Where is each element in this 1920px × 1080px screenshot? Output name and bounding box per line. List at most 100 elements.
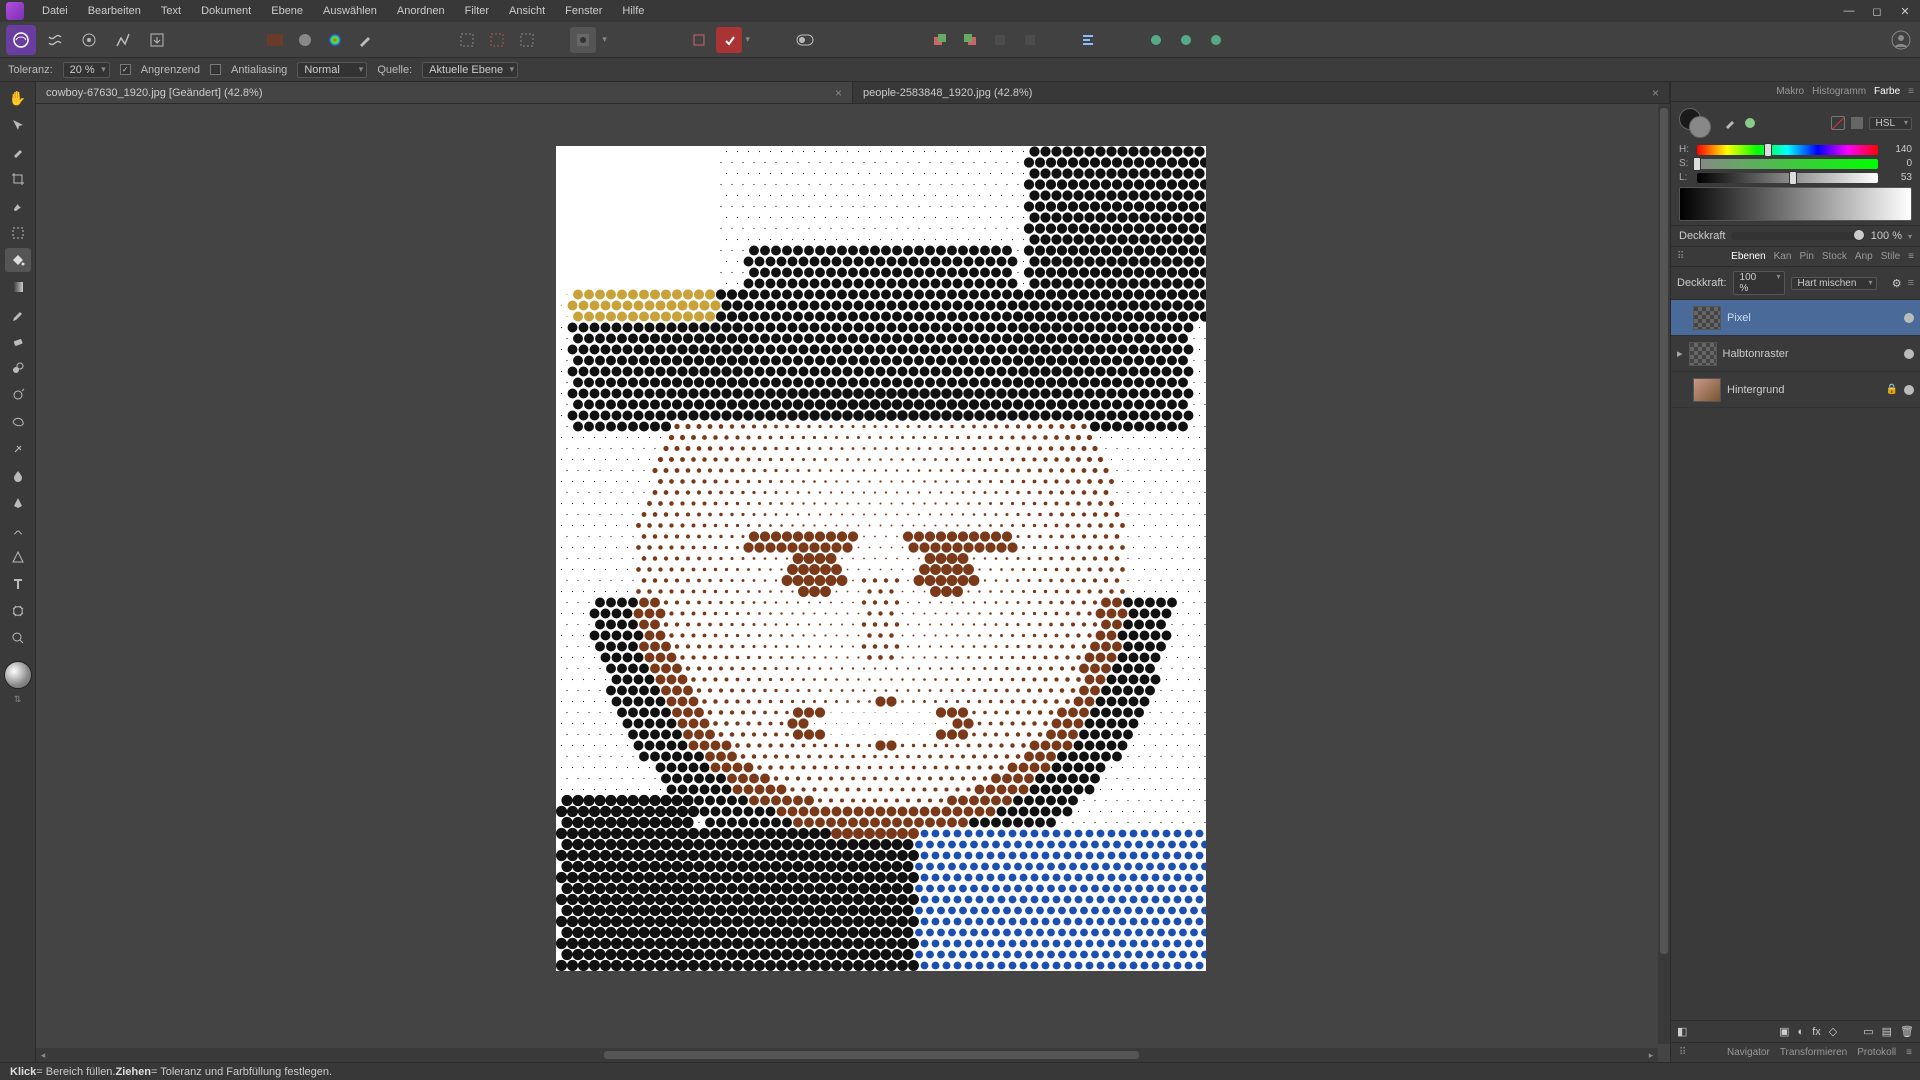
selection-add-icon[interactable] [514,27,540,53]
layer-tag-icon[interactable]: ◧ [1677,1025,1687,1038]
contiguous-checkbox[interactable]: ✓ [120,64,131,75]
persona-develop-button[interactable] [74,25,104,55]
selection-new-icon[interactable] [454,27,480,53]
tab-farbe[interactable]: Farbe [1874,86,1900,97]
expand-icon[interactable]: ▸ [1677,347,1683,360]
dropdown-arrow-icon[interactable]: ▾ [1908,232,1912,241]
layer-blend-select[interactable]: Hart mischen [1791,277,1877,290]
inpaint-tool[interactable] [5,410,31,434]
layer-thumbnail[interactable] [1689,342,1717,366]
pen-tool[interactable] [5,491,31,515]
panel-drag-icon[interactable]: ⠿ [1679,1047,1686,1058]
tolerance-select[interactable]: 20 % [63,62,110,78]
paint-brush-tool[interactable] [5,302,31,326]
fx-icon[interactable]: fx [1812,1026,1821,1038]
persona-export-button[interactable] [142,25,172,55]
hue-value[interactable]: 140 [1884,144,1912,155]
visibility-icon[interactable] [1904,313,1914,323]
tab-transformieren[interactable]: Transformieren [1780,1047,1847,1058]
menu-ebene[interactable]: Ebene [261,2,313,20]
eyedropper-icon[interactable] [1721,114,1739,132]
opacity-value[interactable]: 100 % [1871,230,1902,242]
maximize-button[interactable]: ◻ [1868,5,1886,18]
menu-text[interactable]: Text [151,2,191,20]
tab-histogramm[interactable]: Histogramm [1812,86,1866,97]
color-mode-chip[interactable] [1851,117,1863,129]
dodge-tool[interactable] [5,383,31,407]
layer-thumbnail[interactable] [1693,306,1721,330]
snap-circle-icon[interactable] [1173,27,1199,53]
menu-dokument[interactable]: Dokument [191,2,261,20]
gear-icon[interactable]: ⚙ [1892,277,1902,290]
layer-opacity-select[interactable]: 100 % [1733,271,1785,295]
menu-auswählen[interactable]: Auswählen [313,2,387,20]
arrange-front-icon[interactable] [957,27,983,53]
layer-row[interactable]: Hintergrund🔒 [1671,372,1920,408]
document-tab[interactable]: people-2583848_1920.jpg (42.8%)× [853,82,1670,103]
erase-tool[interactable] [5,329,31,353]
mesh-tool[interactable] [5,599,31,623]
view-tool[interactable]: ✋ [5,86,31,110]
tab-anpassung[interactable]: Anp [1855,251,1873,262]
tab-stile[interactable]: Stile [1881,251,1900,262]
panel-menu-icon[interactable]: ≡ [1908,277,1914,289]
snap-circle-icon[interactable] [1143,27,1169,53]
gradient-preview[interactable] [1679,187,1912,221]
no-color-icon[interactable] [1831,116,1845,130]
visibility-icon[interactable] [1904,385,1914,395]
crop-info-icon[interactable] [686,27,712,53]
visibility-icon[interactable] [1904,349,1914,359]
blend-select[interactable]: Normal [297,62,367,78]
menu-fenster[interactable]: Fenster [555,2,612,20]
persona-tone-button[interactable] [108,25,138,55]
tab-pinsel[interactable]: Pin [1799,251,1813,262]
color-wells[interactable] [1679,108,1715,138]
minimize-button[interactable]: — [1840,5,1858,18]
color-swatch[interactable] [4,661,32,689]
tab-ebenen[interactable]: Ebenen [1731,251,1765,262]
snap-circle-icon[interactable] [1203,27,1229,53]
clone-tool[interactable] [5,356,31,380]
swatch-swap-icon[interactable]: ⇅ [14,694,22,705]
artboard[interactable] [556,146,1206,971]
layer-thumbnail[interactable] [1693,378,1721,402]
tab-protokoll[interactable]: Protokoll [1857,1047,1896,1058]
swatch-round-icon[interactable] [292,27,318,53]
color-mode-select[interactable]: HSL [1869,117,1912,130]
group-icon[interactable]: ▭ [1863,1025,1873,1038]
gradient-tool[interactable] [5,275,31,299]
horizontal-scrollbar[interactable]: ◂▸ [36,1048,1658,1062]
adjustment-icon[interactable]: ◐ [1798,1026,1805,1038]
live-filter-icon[interactable]: ◇ [1829,1025,1837,1038]
lig-value[interactable]: 53 [1884,172,1912,183]
menu-ansicht[interactable]: Ansicht [499,2,555,20]
menu-hilfe[interactable]: Hilfe [612,2,654,20]
layer-row[interactable]: ▸Halbtonraster [1671,336,1920,372]
vertical-scrollbar[interactable] [1658,104,1670,1044]
quick-mask-button[interactable] [570,27,596,53]
arrange-back-icon[interactable] [927,27,953,53]
swatch-color-icon[interactable] [322,27,348,53]
recent-color-chip[interactable] [1745,118,1755,128]
antialias-checkbox[interactable] [210,64,221,75]
crop-tool[interactable] [5,167,31,191]
delete-layer-icon[interactable]: 🗑 [1900,1025,1914,1038]
account-icon[interactable] [1888,27,1914,53]
sat-value[interactable]: 0 [1884,158,1912,169]
panel-menu-icon[interactable]: ≡ [1908,86,1914,97]
tab-navigator[interactable]: Navigator [1727,1047,1770,1058]
persona-photo-button[interactable] [6,25,36,55]
align-icon[interactable] [1075,27,1101,53]
close-button[interactable]: ✕ [1896,5,1914,18]
layer-name[interactable]: Hintergrund [1727,384,1880,396]
menu-anordnen[interactable]: Anordnen [387,2,455,20]
hue-slider[interactable] [1697,145,1878,155]
panel-menu-icon[interactable]: ≡ [1906,1047,1912,1058]
smudge-tool[interactable] [5,518,31,542]
add-layer-icon[interactable]: ▤ [1882,1025,1892,1038]
tab-makro[interactable]: Makro [1776,86,1804,97]
dropdown-arrow-icon[interactable]: ▾ [746,34,751,45]
close-tab-icon[interactable]: × [835,86,842,100]
text-tool[interactable] [5,572,31,596]
panel-drag-icon[interactable]: ⠿ [1677,251,1684,262]
